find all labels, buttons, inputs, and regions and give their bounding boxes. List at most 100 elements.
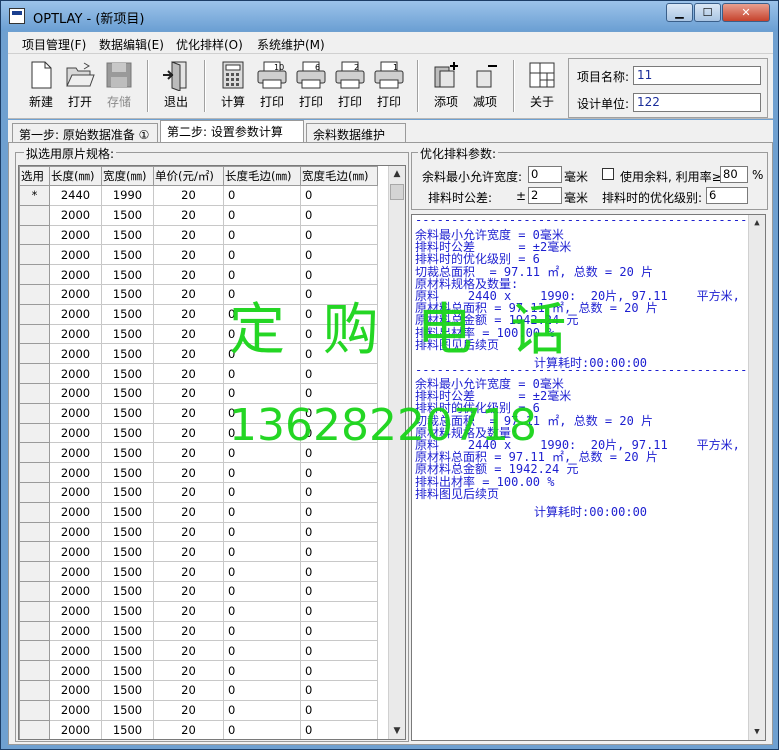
- table-cell[interactable]: 2000: [49, 343, 102, 365]
- row-selector[interactable]: [19, 462, 50, 483]
- row-selector[interactable]: [19, 521, 50, 543]
- table-cell[interactable]: 2000: [49, 462, 102, 483]
- table-cell[interactable]: 1500: [101, 600, 154, 622]
- table-cell[interactable]: 1500: [101, 679, 154, 701]
- row-selector[interactable]: [19, 343, 50, 365]
- remove-item-button[interactable]: 减项: [466, 59, 504, 117]
- row-selector[interactable]: [19, 283, 50, 305]
- row-selector[interactable]: [19, 660, 50, 681]
- table-row[interactable]: 2000 1500 20 0 0: [19, 561, 378, 582]
- table-cell[interactable]: 0: [223, 660, 301, 681]
- row-selector[interactable]: [19, 561, 50, 582]
- table-cell[interactable]: 20: [153, 244, 224, 266]
- design-unit-input[interactable]: 122: [633, 93, 761, 112]
- scroll-thumb[interactable]: [390, 184, 404, 200]
- table-cell[interactable]: 2000: [49, 561, 102, 582]
- print-10-button[interactable]: 10 打印: [253, 59, 291, 117]
- table-cell[interactable]: 20: [153, 363, 224, 384]
- table-cell[interactable]: 20: [153, 481, 224, 503]
- table-row[interactable]: 2000 1500 20 0 0: [19, 679, 378, 701]
- table-cell[interactable]: 2000: [49, 402, 102, 424]
- table-row[interactable]: 2000 1500 20 0 0: [19, 640, 378, 662]
- sheet-grid[interactable]: 选用 长度(㎜) 宽度(㎜) 单价(元/㎡) 长度毛边(㎜) 宽度毛边(㎜) *…: [18, 165, 406, 740]
- table-cell[interactable]: 1500: [101, 580, 154, 602]
- table-cell[interactable]: 20: [153, 323, 224, 345]
- table-cell[interactable]: 2000: [49, 264, 102, 285]
- print-2-button[interactable]: 2 打印: [331, 59, 369, 117]
- table-cell[interactable]: 0: [300, 561, 378, 582]
- tolerance-input[interactable]: 2: [528, 187, 562, 204]
- table-cell[interactable]: 1500: [101, 660, 154, 681]
- table-row[interactable]: 2000 1500 20 0 0: [19, 719, 378, 739]
- table-row[interactable]: 2000 1500 20 0 0: [19, 620, 378, 642]
- table-cell[interactable]: 1500: [101, 501, 154, 523]
- row-selector[interactable]: [19, 363, 50, 384]
- table-cell[interactable]: 1500: [101, 382, 154, 404]
- table-cell[interactable]: 0: [300, 224, 378, 246]
- table-cell[interactable]: 0: [223, 264, 301, 285]
- table-cell[interactable]: 1500: [101, 422, 154, 444]
- table-cell[interactable]: 1500: [101, 303, 154, 325]
- table-cell[interactable]: 2000: [49, 283, 102, 305]
- table-cell[interactable]: 1500: [101, 521, 154, 543]
- project-name-input[interactable]: 11: [633, 66, 761, 85]
- table-cell[interactable]: 20: [153, 402, 224, 424]
- table-cell[interactable]: 0: [223, 224, 301, 246]
- row-selector[interactable]: [19, 541, 50, 563]
- exit-button[interactable]: 退出: [157, 59, 195, 117]
- col-header[interactable]: 宽度毛边(㎜): [300, 166, 378, 186]
- table-cell[interactable]: 0: [223, 640, 301, 662]
- table-cell[interactable]: 0: [223, 541, 301, 563]
- table-cell[interactable]: 1500: [101, 363, 154, 384]
- row-selector[interactable]: [19, 481, 50, 503]
- row-selector[interactable]: [19, 620, 50, 642]
- row-selector[interactable]: [19, 204, 50, 226]
- table-cell[interactable]: 0: [300, 462, 378, 483]
- table-cell[interactable]: 0: [300, 264, 378, 285]
- table-cell[interactable]: 1500: [101, 620, 154, 642]
- table-cell[interactable]: 1500: [101, 442, 154, 464]
- table-cell[interactable]: 0: [300, 185, 378, 206]
- result-scrollbar[interactable]: ▲ ▼: [748, 215, 765, 740]
- table-cell[interactable]: 1500: [101, 343, 154, 365]
- table-cell[interactable]: 1500: [101, 719, 154, 739]
- table-cell[interactable]: 0: [223, 679, 301, 701]
- table-cell[interactable]: 2440: [49, 185, 102, 206]
- table-cell[interactable]: 0: [300, 363, 378, 384]
- table-cell[interactable]: 0: [223, 600, 301, 622]
- table-cell[interactable]: 20: [153, 541, 224, 563]
- row-selector[interactable]: [19, 699, 50, 721]
- table-cell[interactable]: 20: [153, 561, 224, 582]
- table-row[interactable]: 2000 1500 20 0 0: [19, 600, 378, 622]
- table-cell[interactable]: 2000: [49, 244, 102, 266]
- table-cell[interactable]: 20: [153, 521, 224, 543]
- print-1-button[interactable]: 1 打印: [370, 59, 408, 117]
- table-cell[interactable]: 2000: [49, 382, 102, 404]
- table-cell[interactable]: 1990: [101, 185, 154, 206]
- row-selector[interactable]: [19, 244, 50, 266]
- table-cell[interactable]: 0: [300, 521, 378, 543]
- menu-edit[interactable]: 数据编辑(E): [99, 36, 164, 53]
- table-cell[interactable]: 0: [223, 462, 301, 483]
- table-cell[interactable]: 1500: [101, 264, 154, 285]
- scroll-up-icon[interactable]: ▲: [389, 166, 405, 182]
- row-selector[interactable]: [19, 422, 50, 444]
- table-cell[interactable]: 20: [153, 719, 224, 739]
- table-cell[interactable]: 0: [300, 699, 378, 721]
- table-cell[interactable]: 20: [153, 620, 224, 642]
- col-header[interactable]: 选用: [19, 166, 50, 186]
- table-cell[interactable]: 0: [300, 204, 378, 226]
- table-cell[interactable]: 2000: [49, 719, 102, 739]
- table-cell[interactable]: 1500: [101, 244, 154, 266]
- table-cell[interactable]: 20: [153, 600, 224, 622]
- menu-optimize[interactable]: 优化排样(O): [176, 36, 243, 53]
- table-row[interactable]: 2000 1500 20 0 0: [19, 204, 378, 226]
- table-cell[interactable]: 20: [153, 382, 224, 404]
- row-selector[interactable]: *: [19, 185, 50, 206]
- calc-button[interactable]: 计算: [214, 59, 252, 117]
- table-row[interactable]: 2000 1500 20 0 0: [19, 580, 378, 602]
- table-cell[interactable]: 20: [153, 580, 224, 602]
- col-header[interactable]: 长度毛边(㎜): [223, 166, 301, 186]
- table-cell[interactable]: 0: [223, 204, 301, 226]
- save-button[interactable]: 存储: [100, 59, 138, 117]
